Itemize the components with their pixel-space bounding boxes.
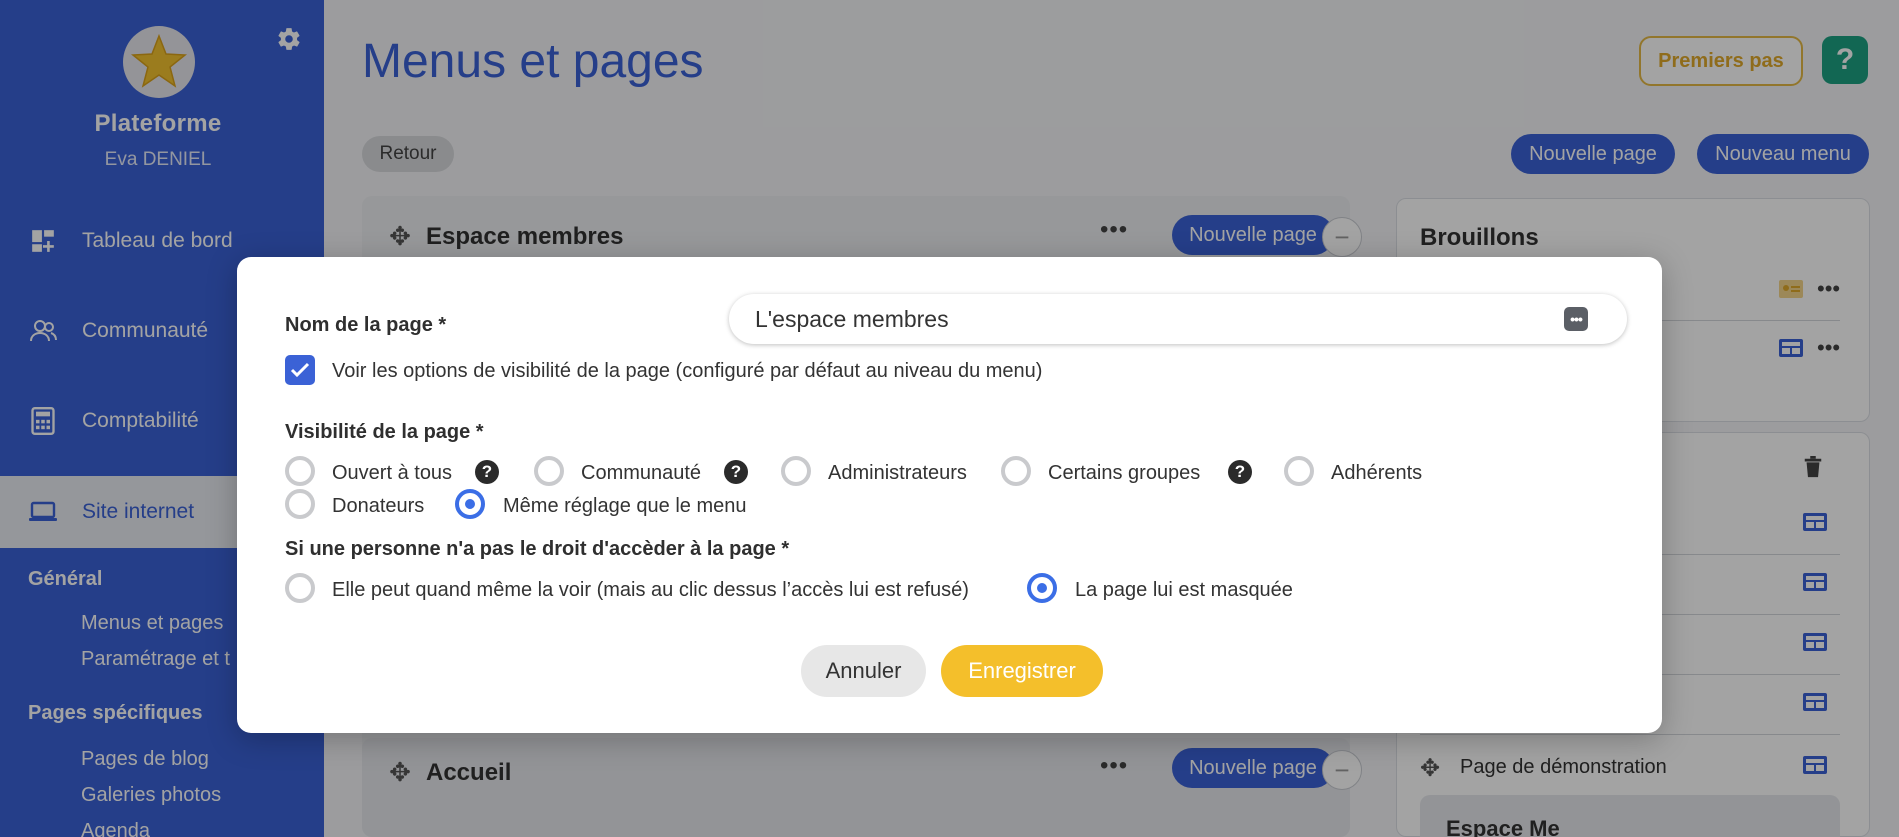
radio-label: Ouvert à tous [332, 462, 453, 484]
save-button[interactable]: Enregistrer [941, 645, 1103, 697]
input-options-button[interactable]: ••• [1564, 307, 1588, 331]
visibility-label: Visibilité de la page * [285, 421, 484, 443]
help-icon[interactable]: ? [475, 460, 499, 484]
radio-meme-reglage-menu[interactable] [455, 489, 485, 519]
radio-label: La page lui est masquée [1075, 579, 1293, 601]
radio-donateurs[interactable] [285, 489, 315, 519]
radio-label: Administrateurs [828, 462, 967, 484]
help-icon[interactable]: ? [1228, 460, 1252, 484]
no-access-label: Si une personne n'a pas le droit d'accèd… [285, 538, 790, 560]
page-name-label: Nom de la page * [285, 314, 447, 336]
radio-adherents[interactable] [1284, 456, 1314, 486]
cancel-button[interactable]: Annuler [801, 645, 926, 697]
radio-ouvert-a-tous[interactable] [285, 456, 315, 486]
radio-label: Elle peut quand même la voir (mais au cl… [332, 579, 969, 601]
radio-label: Certains groupes [1048, 462, 1201, 484]
visibility-options-label: Voir les options de visibilité de la pag… [332, 360, 1043, 382]
page-name-value: L'espace membres [755, 305, 949, 332]
radio-label: Communauté [581, 462, 702, 484]
radio-label: Adhérents [1331, 462, 1423, 484]
radio-communaute[interactable] [534, 456, 564, 486]
help-icon[interactable]: ? [724, 460, 748, 484]
page-settings-modal: Nom de la page * L'espace membres ••• Vo… [237, 257, 1662, 733]
visibility-options-checkbox[interactable] [285, 355, 315, 385]
radio-peut-voir[interactable] [285, 573, 315, 603]
radio-page-masquee[interactable] [1027, 573, 1057, 603]
radio-certains-groupes[interactable] [1001, 456, 1031, 486]
checkmark-icon [290, 362, 310, 378]
radio-label: Donateurs [332, 495, 425, 517]
radio-administrateurs[interactable] [781, 456, 811, 486]
radio-label: Même réglage que le menu [503, 495, 747, 517]
page-name-input[interactable]: L'espace membres [729, 294, 1627, 344]
